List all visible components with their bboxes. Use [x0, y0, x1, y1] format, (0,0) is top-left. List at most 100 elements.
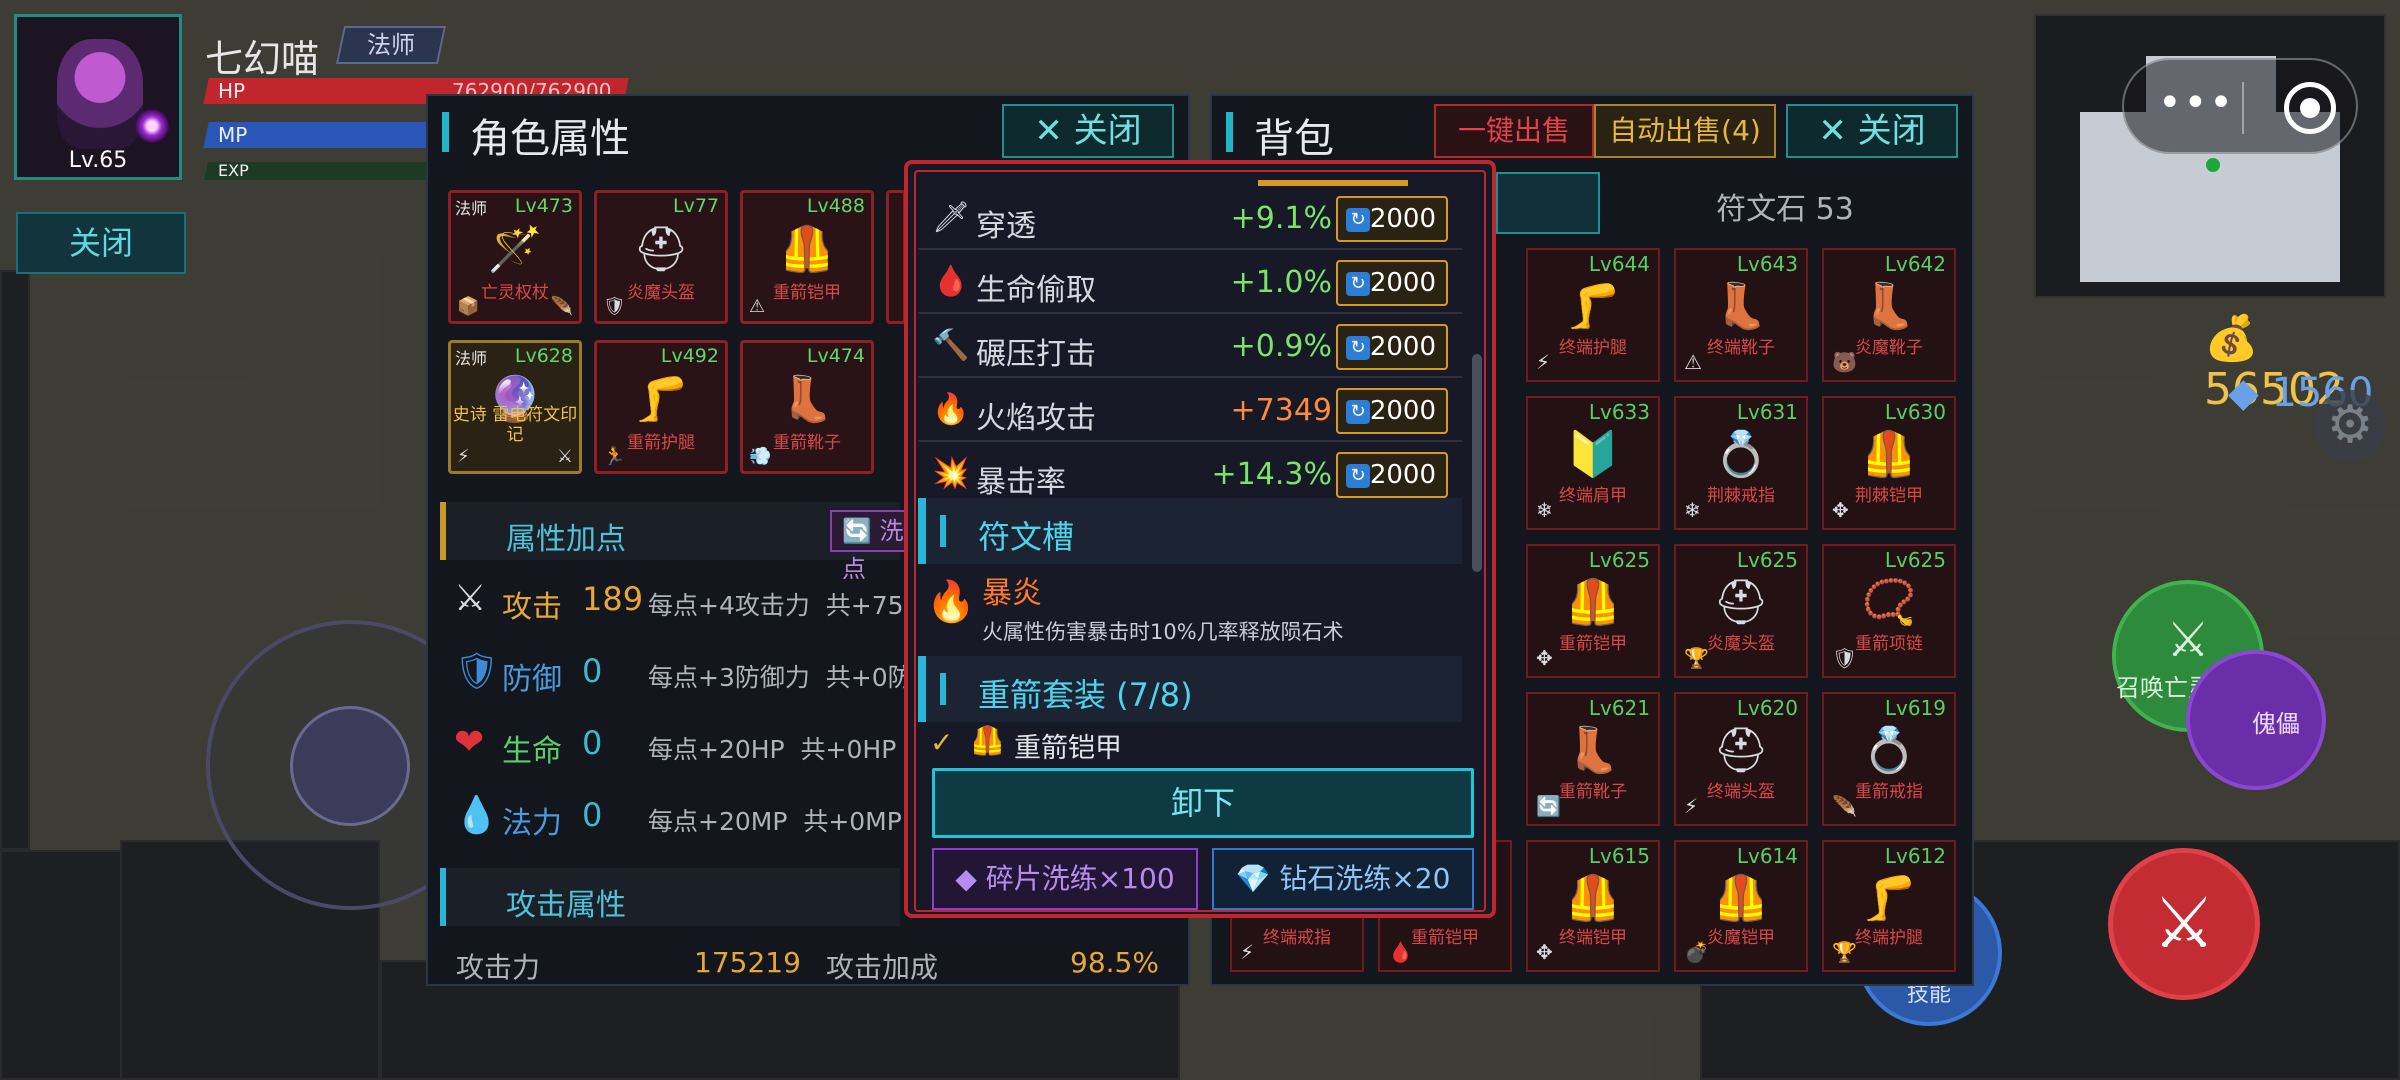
- tooltip-scrollbar[interactable]: [1472, 354, 1482, 572]
- side-skill-button[interactable]: 傀儡: [2186, 650, 2326, 790]
- refresh-icon: ↻: [1346, 464, 1370, 488]
- magic-orb-icon: [135, 109, 169, 143]
- attr-row-attack: ⚔ 攻击 189 每点+4攻击力 共+756I: [454, 578, 927, 625]
- bag-slot[interactable]: Lv620 ⛑ 终端头盔 ⚡: [1674, 692, 1808, 826]
- class-badge: 法师: [335, 26, 447, 64]
- refresh-icon: ↻: [1346, 272, 1370, 296]
- leg-armor-icon: 🦵: [1861, 873, 1917, 924]
- equip-slot-partial[interactable]: [886, 190, 906, 324]
- attr-row-health: ❤ 生命 0 每点+20HP 共+0HP: [454, 722, 897, 769]
- bag-tab-runes[interactable]: 符文石 53: [1610, 184, 1960, 228]
- player-name: 七幻喵: [205, 37, 320, 81]
- stat-row: 🔥 火焰攻击 +7349 ↻ 2000: [918, 380, 1462, 442]
- stat-row: 🔨 碾压打击 +0.9% ↻ 2000: [918, 316, 1462, 378]
- bag-slot[interactable]: Lv630 🦺 荆棘铠甲 ✥: [1822, 396, 1956, 530]
- bag-slot[interactable]: Lv614 🦺 炎魔铠甲 💣: [1674, 840, 1808, 972]
- exit-icon[interactable]: [2284, 82, 2336, 134]
- attr-row-mana: 💧 法力 0 每点+20MP 共+0MP: [454, 795, 902, 841]
- bag-slot[interactable]: Lv625 ⛑ 炎魔头盔 🏆: [1674, 544, 1808, 678]
- attr-row-defense: 🛡 防御 0 每点+3防御力 共+0防御: [454, 651, 938, 697]
- armor-icon: 🦺: [970, 724, 1005, 757]
- reforge-stat-button[interactable]: ↻ 2000: [1336, 196, 1448, 242]
- avatar: [57, 39, 143, 149]
- joystick-knob[interactable]: [290, 706, 410, 826]
- attack-power-label: 攻击力: [456, 951, 541, 984]
- attack-bonus-label: 攻击加成: [826, 951, 939, 984]
- exp-bar: EXP: [204, 161, 438, 180]
- bag-slot[interactable]: Lv619 💍 重箭戒指 🪶: [1822, 692, 1956, 826]
- bag-slot[interactable]: Lv625 📿 重箭项链 🛡: [1822, 544, 1956, 678]
- dagger-icon: 🗡: [932, 200, 971, 235]
- bag-slot[interactable]: Lv612 🦵 终端护腿 🏆: [1822, 840, 1956, 972]
- helmet-icon: ⛑: [1713, 577, 1769, 628]
- player-level: Lv.65: [68, 148, 128, 173]
- staff-icon: 🪄: [487, 224, 543, 275]
- armor-icon: 🦺: [1565, 873, 1621, 924]
- armor-icon: 🦺: [779, 224, 835, 275]
- bag-slot[interactable]: Lv625 🦺 重箭铠甲 ✥: [1526, 544, 1660, 678]
- armor-icon: 🦺: [1565, 577, 1621, 628]
- unequip-button[interactable]: 卸下: [932, 768, 1474, 838]
- minimap[interactable]: [2034, 14, 2386, 298]
- points-section-header: 属性加点 🔄 洗点: [440, 502, 920, 583]
- rune-name: 暴炎: [982, 576, 1042, 611]
- bag-slot[interactable]: Lv642 👢 炎魔靴子 🐻: [1822, 248, 1956, 382]
- refresh-icon: ↻: [1346, 400, 1370, 424]
- helmet-icon: ⛑: [633, 224, 689, 275]
- equip-slot-boots[interactable]: Lv474 👢 重箭靴子 💨: [740, 340, 874, 474]
- stat-row: 🗡 穿透 +9.1% ↻ 2000: [918, 188, 1462, 250]
- attack-power-value: 175219: [694, 946, 801, 979]
- rune-description: 火属性伤害暴击时10%几率释放陨石术: [982, 620, 1344, 644]
- diamond-icon: ◆: [2228, 370, 2259, 416]
- reforge-stat-button[interactable]: ↻ 2000: [1336, 388, 1448, 434]
- gear-icon[interactable]: ⚙: [2314, 390, 2386, 462]
- bag-slot[interactable]: Lv621 👢 重箭靴子 🔄: [1526, 692, 1660, 826]
- reforge-stat-button[interactable]: ↻ 2000: [1336, 324, 1448, 370]
- ring-icon: 💍: [1861, 725, 1917, 776]
- diamond-icon: 💎: [1235, 862, 1271, 895]
- hud-close-button[interactable]: 关闭: [16, 212, 186, 274]
- equip-slot-rune[interactable]: 法师 Lv628 🔮 史诗 雷电符文印记 ⚡ ⚔: [448, 340, 582, 474]
- helmet-icon: ⛑: [1713, 725, 1769, 776]
- reforge-stat-button[interactable]: ↻ 2000: [1336, 452, 1448, 498]
- close-icon: ✕: [1818, 111, 1847, 151]
- shard-icon: ◆: [955, 862, 977, 895]
- refresh-icon: ↻: [1346, 336, 1370, 360]
- more-icon[interactable]: •••: [2158, 80, 2235, 126]
- hammer-icon: 🔨: [932, 328, 970, 363]
- bag-slot[interactable]: Lv633 🔰 终端肩甲 ❄: [1526, 396, 1660, 530]
- bag-slot[interactable]: Lv643 👢 终端靴子 ⚠: [1674, 248, 1808, 382]
- attack-section-header: 攻击属性: [440, 868, 900, 926]
- armor-icon: 🦺: [1713, 873, 1769, 924]
- bag-close-button[interactable]: ✕ 关闭: [1786, 104, 1958, 158]
- diamond-reforge-button[interactable]: 💎 钻石洗练×20: [1212, 848, 1474, 910]
- refresh-icon: 🔄: [842, 517, 872, 545]
- bag-tab-equipment[interactable]: [1496, 172, 1600, 234]
- ring-icon: 💍: [1713, 429, 1769, 480]
- bag-slot[interactable]: Lv615 🦺 终端铠甲 ✥: [1526, 840, 1660, 972]
- character-panel-title: 角色属性: [470, 116, 630, 162]
- necklace-icon: 📿: [1861, 577, 1917, 628]
- fire-icon: 🔥: [926, 579, 976, 625]
- equip-slot-armor[interactable]: Lv488 🦺 重箭铠甲 ⚠: [740, 190, 874, 324]
- equip-slot-legs[interactable]: Lv492 🦵 重箭护腿 🏃: [594, 340, 728, 474]
- equip-slot-weapon[interactable]: 法师 Lv473 🪄 亡灵权杖 📦 🪶: [448, 190, 582, 324]
- shoulder-armor-icon: 🔰: [1565, 429, 1621, 480]
- money-bag-icon: 💰: [2204, 313, 2259, 364]
- bag-slot[interactable]: Lv644 🦵 终端护腿 ⚡: [1526, 248, 1660, 382]
- miniapp-capsule[interactable]: •••: [2122, 58, 2358, 154]
- character-close-button[interactable]: ✕ 关闭: [1002, 104, 1174, 158]
- auto-sell-button[interactable]: 自动出售(4): [1594, 104, 1776, 158]
- set-header: 重箭套装 (7/8): [918, 656, 1462, 722]
- shard-reforge-button[interactable]: ◆ 碎片洗练×100: [932, 848, 1198, 910]
- blood-drop-icon: 🩸: [932, 264, 970, 299]
- boots-icon: 👢: [1565, 725, 1621, 776]
- bag-slot[interactable]: Lv631 💍 荆棘戒指 ❄: [1674, 396, 1808, 530]
- reforge-stat-button[interactable]: ↻ 2000: [1336, 260, 1448, 306]
- equip-slot-helmet[interactable]: Lv77 ⛑ 炎魔头盔 🛡: [594, 190, 728, 324]
- sell-all-button[interactable]: 一键出售: [1434, 104, 1594, 158]
- water-drop-icon: 💧: [454, 795, 499, 836]
- rune-slot-header: 符文槽: [918, 498, 1462, 564]
- attack-button[interactable]: ⚔: [2108, 848, 2260, 1000]
- player-portrait[interactable]: Lv.65: [14, 14, 182, 180]
